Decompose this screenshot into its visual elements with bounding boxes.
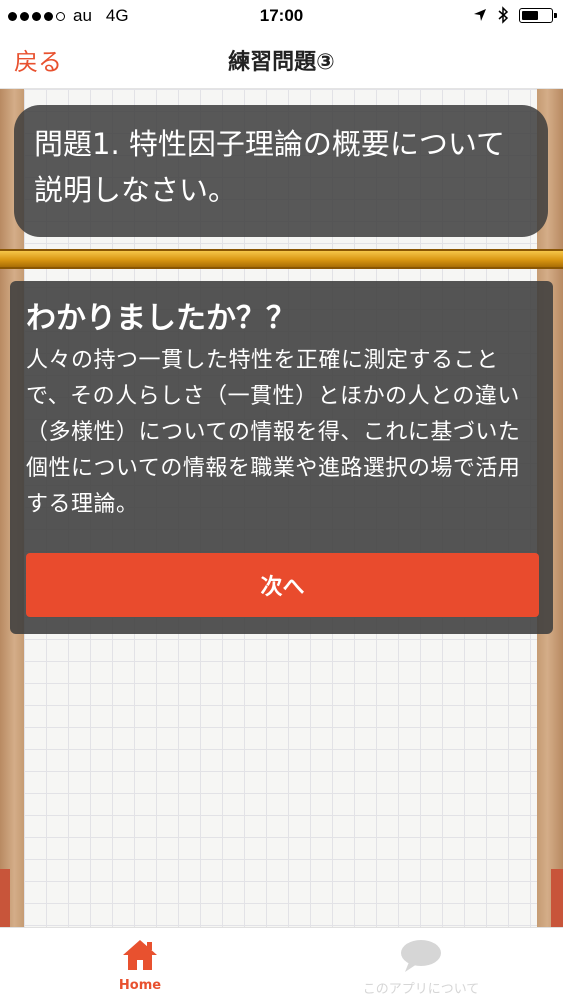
answer-heading: わかりましたか？？ [26,301,296,336]
battery-fill [522,10,538,20]
status-right [473,6,557,24]
status-bar: au 4G 17:00 [0,0,563,34]
navigation-bar: 戻る 練習問題③ [0,34,563,89]
location-arrow-icon [474,9,486,21]
question-card: 問題1. 特性因子理論の概要について説明しなさい。 [14,105,548,237]
content-area: 問題1. 特性因子理論の概要について説明しなさい。 わかりましたか？？ 人々の持… [0,89,563,927]
tab-bar: Home このアプリについて [0,927,563,1001]
question-text: 問題1. 特性因子理論の概要について説明しなさい。 [34,127,506,207]
decor-strip-right [551,869,563,927]
battery-icon [519,7,557,23]
tab-about-label: このアプリについて [362,982,480,997]
next-button[interactable]: 次へ [26,553,539,617]
answer-panel: わかりましたか？？ 人々の持つ一貫した特性を正確に測定することで、その人らしさ（… [10,281,553,634]
bluetooth-icon [498,6,509,24]
answer-text: 人々の持つ一貫した特性を正確に測定することで、その人らしさ（一貫性）とほかの人と… [26,348,521,517]
tab-home-label: Home [118,978,162,993]
house-icon [123,940,157,970]
speech-bubble-icon [401,940,441,972]
tab-home[interactable]: Home [40,928,240,1001]
page-title: 練習問題③ [228,50,335,75]
decor-strip-left [0,869,10,927]
gold-divider-bar [0,249,563,269]
tab-about-app[interactable]: このアプリについて [321,928,521,1001]
